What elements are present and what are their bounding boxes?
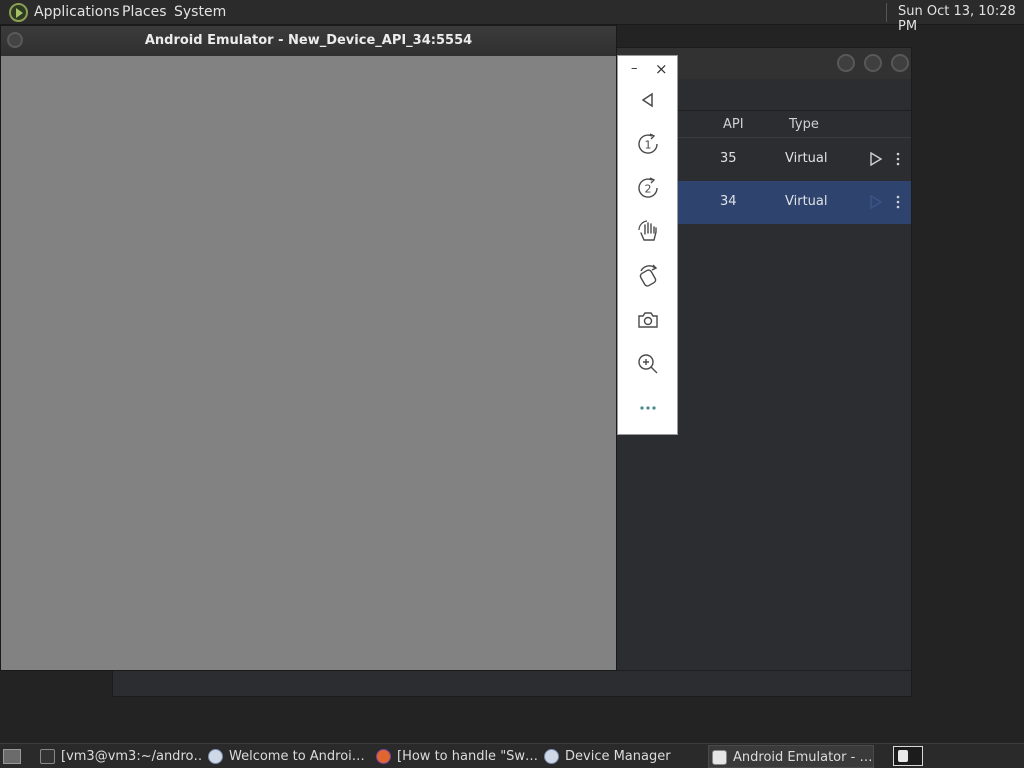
android-studio-icon — [208, 749, 223, 764]
svg-text:1: 1 — [645, 139, 652, 152]
task-label: Device Manager — [565, 749, 671, 764]
emulator-icon — [712, 750, 727, 765]
applications-menu[interactable]: Applications — [34, 4, 120, 20]
task-android-studio-welcome[interactable]: Welcome to Androi… — [205, 745, 368, 768]
maximize-window-button[interactable] — [864, 54, 882, 72]
device-api: 34 — [720, 194, 737, 209]
firefox-icon — [376, 749, 391, 764]
task-label: [vm3@vm3:~/andro… — [61, 749, 201, 764]
clock[interactable]: Sun Oct 13, 10:28 PM — [898, 4, 1024, 34]
bottom-taskbar: [vm3@vm3:~/andro… Welcome to Androi… [Ho… — [0, 743, 1024, 768]
launch-device-play-icon[interactable] — [869, 152, 883, 166]
emulator-window: Android Emulator - New_Device_API_34:555… — [0, 25, 617, 671]
rotate-left-icon[interactable]: 1 — [635, 131, 661, 157]
distro-logo-icon[interactable] — [9, 3, 28, 22]
terminal-icon — [40, 749, 55, 764]
back-icon[interactable] — [635, 87, 661, 113]
toolbar-close-button[interactable]: × — [655, 60, 668, 78]
toolbar-minimize-button[interactable]: – — [631, 61, 638, 76]
gesture-icon[interactable] — [635, 219, 661, 245]
workspace-switcher[interactable] — [893, 746, 923, 766]
more-actions-kebab-icon[interactable] — [896, 195, 900, 209]
task-firefox[interactable]: [How to handle "Sw… — [373, 745, 537, 768]
emulator-window-title: Android Emulator - New_Device_API_34:555… — [144, 33, 473, 48]
power-icon[interactable] — [635, 263, 661, 289]
emulator-titlebar[interactable]: Android Emulator - New_Device_API_34:555… — [1, 26, 616, 56]
emulator-side-toolbar: – × 1 2 — [617, 55, 678, 435]
device-type: Virtual — [785, 194, 828, 209]
close-window-button[interactable] — [891, 54, 909, 72]
task-label: Welcome to Androi… — [229, 749, 365, 764]
task-label: Android Emulator - … — [733, 750, 873, 765]
column-header-api[interactable]: API — [723, 117, 744, 132]
device-api: 35 — [720, 151, 737, 166]
task-device-manager[interactable]: Device Manager — [541, 745, 705, 768]
svg-text:2: 2 — [645, 183, 652, 196]
android-studio-icon — [544, 749, 559, 764]
system-menu[interactable]: System — [174, 4, 226, 20]
top-panel: Applications Places System Sun Oct 13, 1… — [0, 0, 1024, 34]
device-type: Virtual — [785, 151, 828, 166]
places-menu[interactable]: Places — [122, 4, 167, 20]
task-android-emulator[interactable]: Android Emulator - … — [708, 745, 874, 768]
more-icon[interactable] — [635, 395, 661, 421]
launch-device-play-icon[interactable] — [869, 195, 883, 209]
panel-separator — [886, 3, 887, 22]
rotate-right-icon[interactable]: 2 — [635, 175, 661, 201]
column-header-type[interactable]: Type — [789, 117, 819, 132]
minimize-window-button[interactable] — [837, 54, 855, 72]
zoom-icon[interactable] — [635, 351, 661, 377]
task-label: [How to handle "Sw… — [397, 749, 537, 764]
device-manager-footer — [113, 670, 911, 696]
emulator-device-screen[interactable] — [1, 56, 616, 670]
camera-icon[interactable] — [635, 307, 661, 333]
more-actions-kebab-icon[interactable] — [896, 152, 900, 166]
show-desktop-icon[interactable] — [3, 749, 21, 764]
task-terminal[interactable]: [vm3@vm3:~/andro… — [37, 745, 201, 768]
